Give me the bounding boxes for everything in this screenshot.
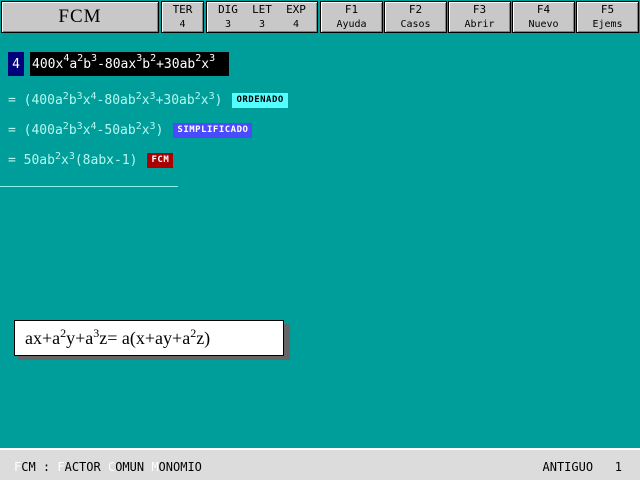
f5-key: F5 <box>600 3 615 16</box>
formula-note: ax+a2y+a3z= a(x+ay+a2z) <box>25 325 211 348</box>
f2-label: Casos <box>400 19 431 30</box>
input-expression[interactable]: 400x 4 a 2 b 3 -80ax 3 b 2 +30ab 2 x 3 <box>30 52 230 76</box>
divider <box>0 186 178 187</box>
exp-label: EXP <box>286 3 306 16</box>
status-part-6: M <box>151 460 159 474</box>
simplified-tag: SIMPLIFICADO <box>173 122 253 138</box>
let-label: LET <box>252 3 272 16</box>
app-logo-text: FCM <box>58 6 102 27</box>
formula-shadow-bottom <box>18 356 290 360</box>
status-version-value: 1 <box>614 460 622 474</box>
formula-note-box: ax+a2y+a3z= a(x+ay+a2z) <box>14 320 284 356</box>
fcm-tag: FCM <box>147 152 174 168</box>
app-logo: FCM <box>1 1 159 33</box>
exp-value: 4 <box>292 19 300 30</box>
toolbar: FCM TER 4 DIG LET EXP 3 3 4 F1 Ayuda F2 … <box>0 0 640 36</box>
status-version-label: ANTIGUO <box>542 460 594 474</box>
dig-value: 3 <box>224 19 232 30</box>
f5-label: Ejems <box>592 19 623 30</box>
status-bar: FCM : FACTOR COMUN MONOMIO ANTIGUO 1 <box>0 448 640 480</box>
ordered-tag: ORDENADO <box>232 92 288 108</box>
fcm-step-row: = 50ab2x3(8abx-1) FCM <box>8 148 174 172</box>
f2-cases-button[interactable]: F2 Casos <box>384 1 447 33</box>
status-part-3: ACTOR <box>64 460 108 474</box>
f3-label: Abrir <box>464 19 495 30</box>
fcm-expression: = 50ab2x3(8abx-1) <box>8 150 138 168</box>
simplified-expression: = (400a2b3x4-50ab2x3) <box>8 120 164 138</box>
ter-label: TER <box>172 3 193 16</box>
formula-shadow-right <box>284 324 290 360</box>
f5-examples-button[interactable]: F5 Ejems <box>576 1 639 33</box>
f3-open-button[interactable]: F3 Abrir <box>448 1 511 33</box>
f4-new-button[interactable]: F4 Nuevo <box>512 1 575 33</box>
ordered-step-row: = (400a2b3x4-80ab2x3+30ab2x3) ORDENADO <box>8 88 288 112</box>
status-part-7: ONOMIO <box>158 460 202 474</box>
dig-let-exp-counter: DIG LET EXP 3 3 4 <box>206 1 318 33</box>
status-part-1: CM : <box>21 460 58 474</box>
input-expression-row: 4 400x 4 a 2 b 3 -80ax 3 b 2 +30ab 2 x 3 <box>8 52 230 76</box>
f1-help-button[interactable]: F1 Ayuda <box>320 1 383 33</box>
ter-value: 4 <box>179 19 186 30</box>
f4-label: Nuevo <box>528 19 559 30</box>
status-part-2: F <box>57 460 65 474</box>
status-description: FCM : FACTOR COMUN MONOMIO <box>14 460 202 474</box>
simplified-step-row: = (400a2b3x4-50ab2x3) SIMPLIFICADO <box>8 118 253 142</box>
let-value: 3 <box>258 19 266 30</box>
f1-key: F1 <box>344 3 359 16</box>
f2-key: F2 <box>408 3 423 16</box>
status-version: ANTIGUO 1 <box>543 460 623 474</box>
problem-number: 4 <box>8 52 24 76</box>
f1-label: Ayuda <box>336 19 367 30</box>
dig-label: DIG <box>218 3 238 16</box>
ordered-expression: = (400a2b3x4-80ab2x3+30ab2x3) <box>8 90 223 108</box>
f4-key: F4 <box>536 3 551 16</box>
status-part-5: OMUN <box>115 460 152 474</box>
f3-key: F3 <box>472 3 487 16</box>
ter-counter: TER 4 <box>161 1 204 33</box>
